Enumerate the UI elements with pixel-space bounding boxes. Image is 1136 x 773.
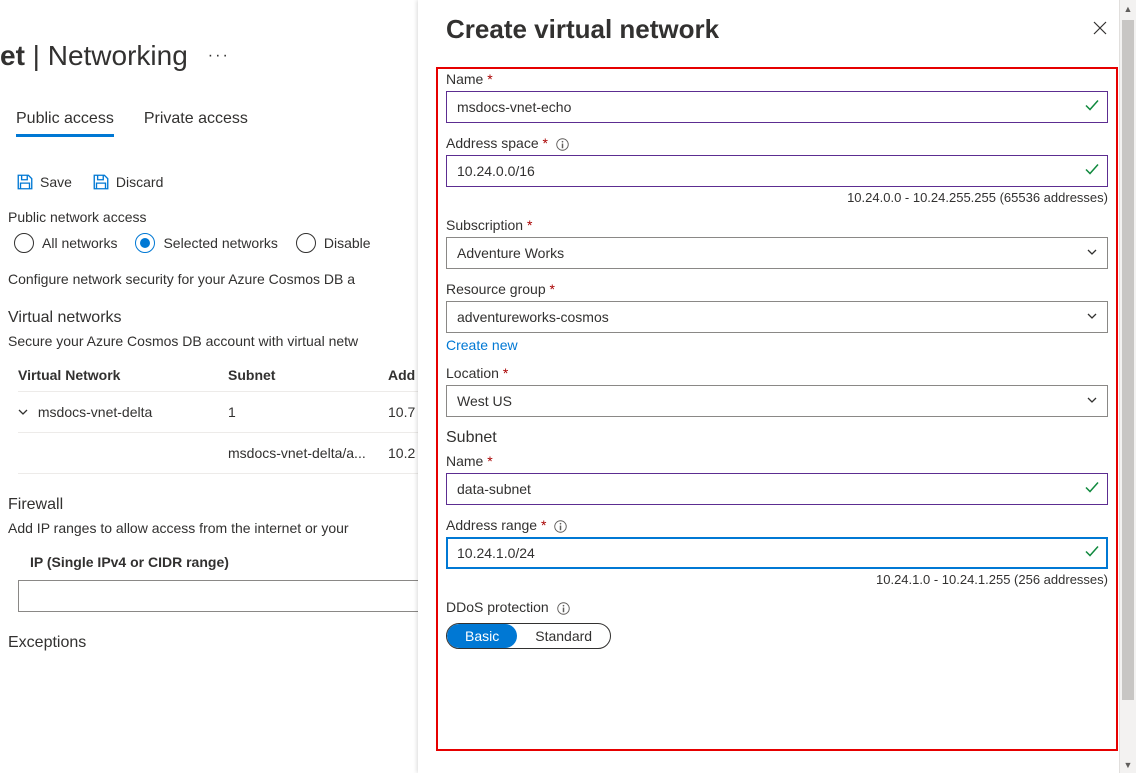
ellipsis-icon[interactable]: ··· xyxy=(208,47,230,65)
scroll-down-icon[interactable]: ▼ xyxy=(1120,756,1136,773)
cell-subnet: 1 xyxy=(228,404,388,420)
discard-label: Discard xyxy=(116,174,163,190)
save-label: Save xyxy=(40,174,72,190)
scrollbar[interactable]: ▲ ▼ xyxy=(1119,0,1136,773)
ddos-label: DDoS protection xyxy=(446,599,1108,615)
title-section: | Networking xyxy=(25,40,188,71)
field-ddos: DDoS protection Basic Standard xyxy=(446,599,1108,649)
tab-public-access[interactable]: Public access xyxy=(16,110,114,137)
create-new-link[interactable]: Create new xyxy=(446,337,518,353)
address-range-input[interactable] xyxy=(446,537,1108,569)
tab-private-access[interactable]: Private access xyxy=(144,110,248,137)
check-icon xyxy=(1084,544,1100,563)
name-input[interactable] xyxy=(446,91,1108,123)
location-label: Location * xyxy=(446,365,1108,381)
save-button[interactable]: Save xyxy=(16,173,72,191)
cell-vn xyxy=(18,445,228,461)
subnet-heading: Subnet xyxy=(446,429,1108,447)
info-icon[interactable] xyxy=(556,138,569,151)
chevron-down-icon[interactable] xyxy=(18,404,28,420)
ddos-basic-option[interactable]: Basic xyxy=(447,624,517,648)
address-space-help: 10.24.0.0 - 10.24.255.255 (65536 address… xyxy=(446,190,1108,205)
radio-icon xyxy=(135,233,155,253)
panel-header: Create virtual network xyxy=(418,0,1136,67)
ddos-toggle: Basic Standard xyxy=(446,623,611,649)
resource-group-select[interactable] xyxy=(446,301,1108,333)
field-resource-group: Resource group * Create new xyxy=(446,281,1108,353)
field-address-space: Address space * 10.24.0.0 - 10.24.255.25… xyxy=(446,135,1108,205)
ddos-standard-option[interactable]: Standard xyxy=(517,624,610,648)
field-address-range: Address range * 10.24.1.0 - 10.24.1.255 … xyxy=(446,517,1108,587)
radio-icon xyxy=(296,233,316,253)
radio-selected-networks[interactable]: Selected networks xyxy=(135,233,277,253)
resource-group-label: Resource group * xyxy=(446,281,1108,297)
subscription-label: Subscription * xyxy=(446,217,1108,233)
discard-icon xyxy=(92,173,110,191)
address-space-input[interactable] xyxy=(446,155,1108,187)
chevron-down-icon xyxy=(1086,309,1098,325)
address-range-label: Address range * xyxy=(446,517,1108,533)
radio-label: Selected networks xyxy=(163,235,277,251)
location-select[interactable] xyxy=(446,385,1108,417)
cell-subnet: msdocs-vnet-delta/a... xyxy=(228,445,388,461)
check-icon xyxy=(1084,480,1100,499)
close-icon xyxy=(1092,20,1108,36)
scroll-up-icon[interactable]: ▲ xyxy=(1120,0,1136,17)
create-vnet-panel: Create virtual network Name * Address sp… xyxy=(418,0,1136,773)
field-subscription: Subscription * xyxy=(446,217,1108,269)
col-subnet: Subnet xyxy=(228,367,388,383)
info-icon[interactable] xyxy=(554,520,567,533)
name-label: Name * xyxy=(446,71,1108,87)
subnet-name-input[interactable] xyxy=(446,473,1108,505)
subnet-name-label: Name * xyxy=(446,453,1108,469)
radio-icon xyxy=(14,233,34,253)
field-name: Name * xyxy=(446,71,1108,123)
panel-title: Create virtual network xyxy=(446,14,719,45)
cell-vn: msdocs-vnet-delta xyxy=(18,404,228,420)
radio-label: Disable xyxy=(324,235,371,251)
close-button[interactable] xyxy=(1092,20,1108,39)
page-title: et | Networking xyxy=(0,40,188,72)
address-space-label: Address space * xyxy=(446,135,1108,151)
info-icon[interactable] xyxy=(557,602,570,615)
panel-body: Name * Address space * xyxy=(418,67,1136,757)
col-virtual-network: Virtual Network xyxy=(18,367,228,383)
radio-disable[interactable]: Disable xyxy=(296,233,371,253)
check-icon xyxy=(1084,98,1100,117)
radio-label: All networks xyxy=(42,235,117,251)
discard-button[interactable]: Discard xyxy=(92,173,163,191)
chevron-down-icon xyxy=(1086,393,1098,409)
title-prefix: et xyxy=(0,40,25,71)
save-icon xyxy=(16,173,34,191)
subscription-select[interactable] xyxy=(446,237,1108,269)
check-icon xyxy=(1084,162,1100,181)
field-location: Location * xyxy=(446,365,1108,417)
scroll-thumb[interactable] xyxy=(1122,20,1134,700)
field-subnet-name: Name * xyxy=(446,453,1108,505)
chevron-down-icon xyxy=(1086,245,1098,261)
address-range-help: 10.24.1.0 - 10.24.1.255 (256 addresses) xyxy=(446,572,1108,587)
radio-all-networks[interactable]: All networks xyxy=(14,233,117,253)
